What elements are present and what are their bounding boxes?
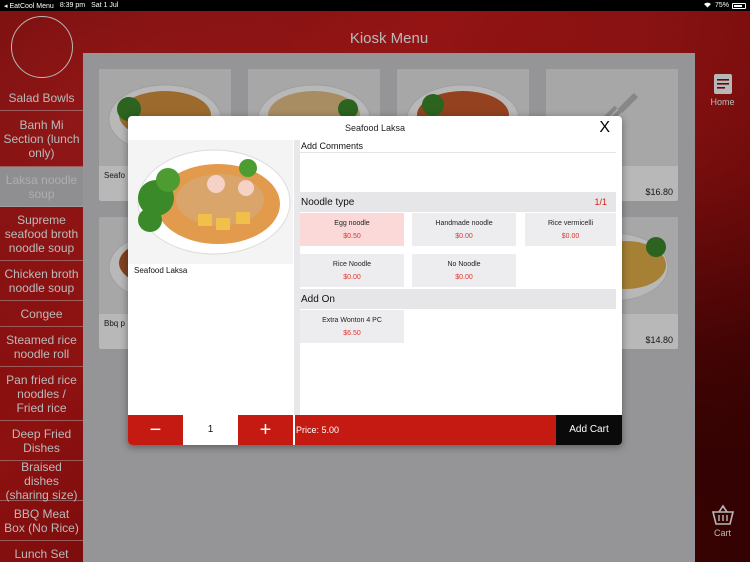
status-time: 8:39 pm	[59, 1, 86, 9]
option-price: $0.00	[343, 274, 361, 281]
price-total: Price: 5.00	[295, 415, 556, 445]
option-price: $0.00	[455, 233, 473, 240]
option-name: Rice Noodle	[332, 261, 372, 268]
increase-quantity-button[interactable]: +	[238, 415, 293, 445]
dish-panel: Seafood Laksa	[128, 140, 293, 415]
status-date: Sat 1 Jul	[91, 1, 119, 9]
option-price: $0.00	[561, 233, 580, 240]
dish-name: Seafood Laksa	[134, 266, 188, 275]
option-handmade-noodle[interactable]: Handmade noodle $0.00	[412, 213, 516, 246]
option-rice-vermicelli[interactable]: Rice vermicelli $0.00	[525, 213, 616, 246]
comments-label: Add Comments	[301, 141, 364, 151]
options-panel: Add Comments Noodle type 1/1 Egg noodle …	[300, 140, 616, 415]
section-label: Noodle type	[301, 196, 355, 208]
dish-image	[128, 140, 293, 264]
section-label: Add On	[301, 293, 335, 305]
selection-count: 1/1	[594, 197, 607, 207]
comments-input[interactable]	[300, 152, 616, 188]
option-name: Rice vermicelli	[547, 220, 594, 227]
item-options-modal: Seafood Laksa X Seafood Laksa Add Commen…	[128, 116, 622, 445]
option-no-noodle[interactable]: No Noodle $0.00	[412, 254, 516, 287]
add-cart-button[interactable]: Add Cart	[556, 415, 622, 445]
option-name: No Noodle	[447, 261, 481, 268]
wifi-icon	[703, 1, 712, 10]
noodle-type-header: Noodle type 1/1	[300, 192, 616, 212]
quantity-value[interactable]: 1	[183, 415, 238, 445]
option-rice-noodle[interactable]: Rice Noodle $0.00	[300, 254, 404, 287]
option-name: Handmade noodle	[435, 220, 493, 227]
back-to-app-link[interactable]: ◂ EatCool Menu	[4, 2, 54, 10]
option-egg-noodle[interactable]: Egg noodle $0.50	[300, 213, 404, 246]
close-button[interactable]: X	[599, 119, 610, 137]
option-name: Extra Wonton 4 PC	[322, 317, 382, 324]
decrease-quantity-button[interactable]: −	[128, 415, 183, 445]
option-price: $6.50	[343, 330, 361, 337]
status-bar: ◂ EatCool Menu 8:39 pm Sat 1 Jul 75%	[0, 0, 750, 11]
option-price: $0.50	[343, 233, 361, 240]
option-name: Egg noodle	[334, 220, 370, 227]
battery-icon	[732, 2, 746, 9]
add-on-header: Add On	[300, 289, 616, 309]
option-price: $0.00	[455, 274, 473, 281]
option-extra-wonton[interactable]: Extra Wonton 4 PC $6.50	[300, 310, 404, 343]
modal-title: Seafood Laksa	[344, 123, 406, 133]
battery-percent: 75%	[714, 2, 729, 9]
